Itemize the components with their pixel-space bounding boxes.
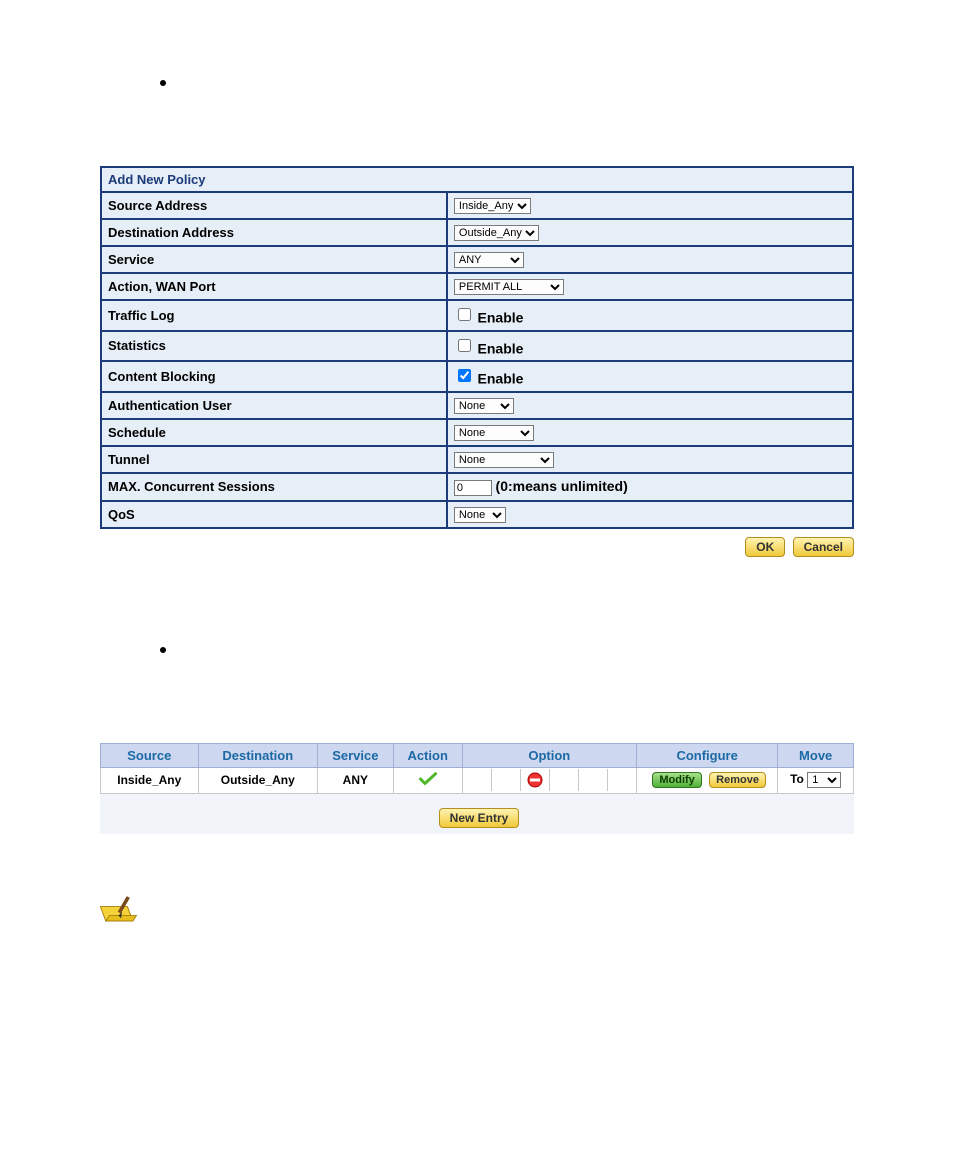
traffic-log-checkbox[interactable] [458,308,471,321]
row-configure: Modify Remove [636,767,777,793]
source-address-label: Source Address [101,192,447,219]
col-action: Action [393,743,462,767]
destination-address-label: Destination Address [101,219,447,246]
col-service: Service [318,743,394,767]
permit-check-icon [419,772,437,786]
add-new-policy-form: Add New Policy Source Address Inside_Any… [100,166,854,529]
statistics-label: Statistics [101,331,447,362]
destination-address-select[interactable]: Outside_Any [454,225,539,241]
cancel-button[interactable]: Cancel [793,537,854,557]
traffic-log-label: Traffic Log [101,300,447,331]
move-to-label: To [790,772,804,786]
source-address-select[interactable]: Inside_Any [454,198,531,214]
modify-button[interactable]: Modify [652,772,701,788]
authentication-user-select[interactable]: None [454,398,514,414]
max-concurrent-label: MAX. Concurrent Sessions [101,473,447,501]
row-destination: Outside_Any [198,767,317,793]
statistics-checkbox[interactable] [458,339,471,352]
row-action [393,767,462,793]
content-blocking-checkbox-label: Enable [478,371,524,387]
row-move: To 1 [778,767,854,793]
new-entry-button[interactable]: New Entry [439,808,520,828]
content-blocking-checkbox[interactable] [458,369,471,382]
note-pencil-icon [100,894,144,933]
block-icon [527,772,543,788]
col-configure: Configure [636,743,777,767]
tunnel-select[interactable]: None [454,452,554,468]
col-source: Source [101,743,199,767]
schedule-select[interactable]: None [454,425,534,441]
max-concurrent-input[interactable] [454,480,492,496]
policy-list-table: Source Destination Service Action Option… [100,743,854,794]
form-button-row: OK Cancel [100,529,854,557]
remove-button[interactable]: Remove [709,772,766,788]
service-select[interactable]: ANY [454,252,524,268]
col-option: Option [462,743,636,767]
bullet-dot-1 [160,80,166,86]
row-service: ANY [318,767,394,793]
action-wan-port-label: Action, WAN Port [101,273,447,300]
table-row: Inside_Any Outside_Any ANY [101,767,854,793]
ok-button[interactable]: OK [745,537,785,557]
bullet-dot-2 [160,647,166,653]
statistics-checkbox-label: Enable [478,340,524,356]
authentication-user-label: Authentication User [101,392,447,419]
col-move: Move [778,743,854,767]
note-row [100,894,854,933]
service-label: Service [101,246,447,273]
action-wan-port-select[interactable]: PERMIT ALL [454,279,564,295]
qos-label: QoS [101,501,447,528]
traffic-log-checkbox-label: Enable [478,310,524,326]
row-source: Inside_Any [101,767,199,793]
max-concurrent-hint: (0:means unlimited) [496,478,628,494]
content-blocking-label: Content Blocking [101,361,447,392]
row-option [462,767,636,793]
qos-select[interactable]: None [454,507,506,523]
schedule-label: Schedule [101,419,447,446]
move-to-select[interactable]: 1 [807,772,841,788]
tunnel-label: Tunnel [101,446,447,473]
form-title: Add New Policy [101,167,853,192]
col-destination: Destination [198,743,317,767]
